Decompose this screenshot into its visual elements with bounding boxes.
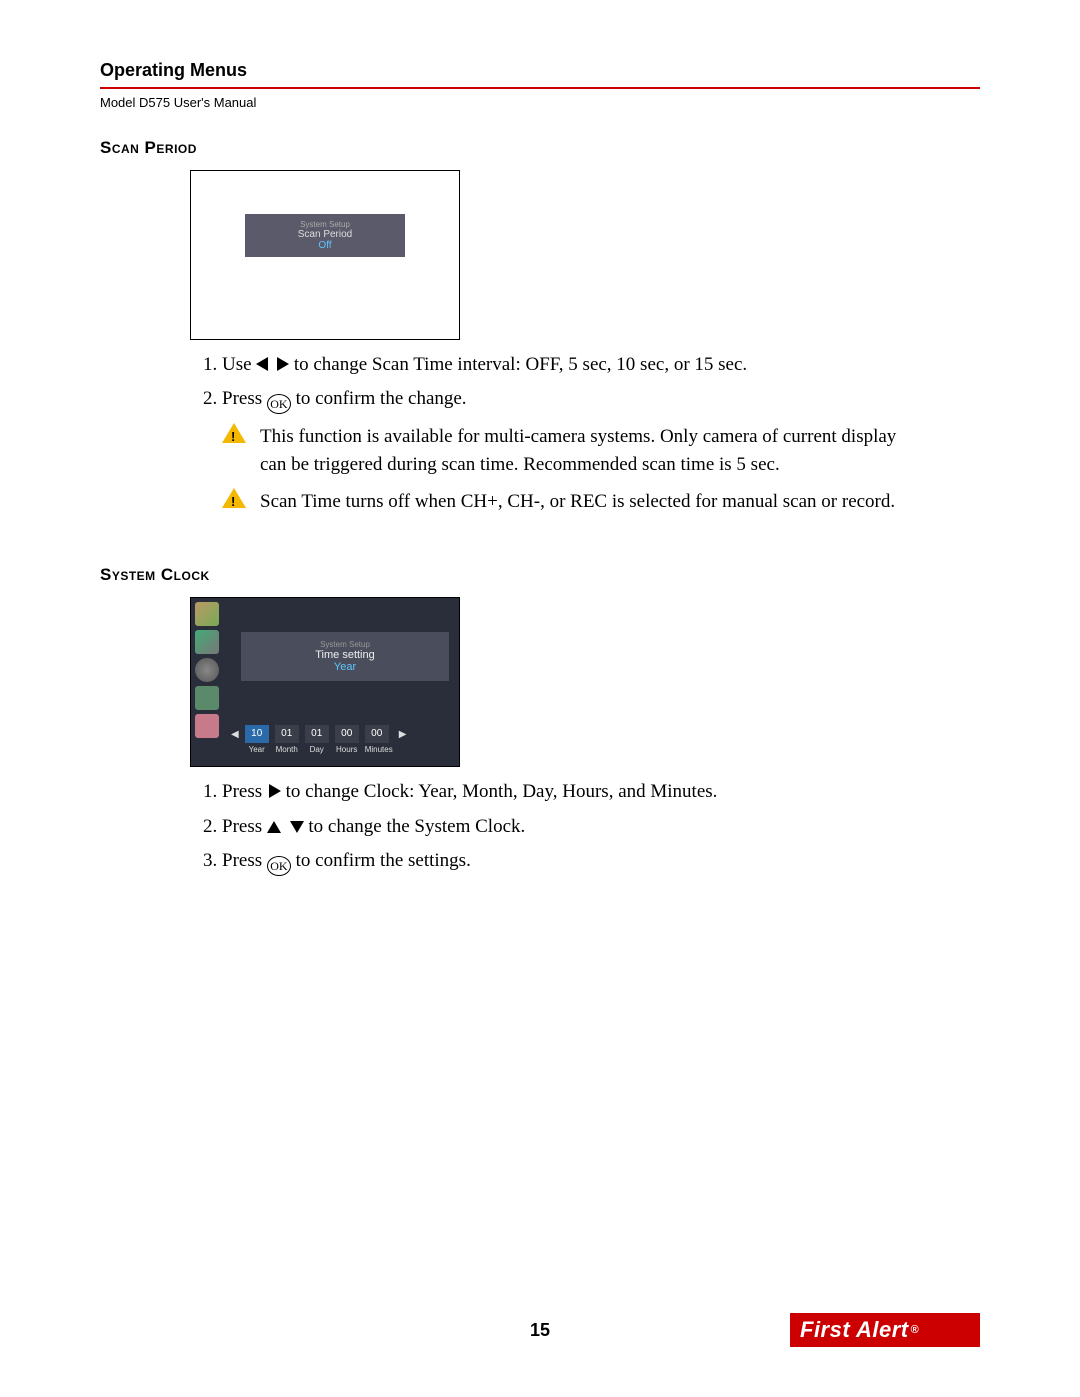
triangle-down-icon	[290, 821, 304, 833]
system-clock-figure: System Setup Time setting Year ◀ 10 Year…	[190, 597, 460, 767]
fig-scan-line1: System Setup	[245, 220, 405, 229]
clock-fig-icon	[195, 630, 219, 654]
scan-step-2: Press OK to confirm the change.	[222, 384, 980, 414]
first-alert-logo: First Alert®	[790, 1313, 980, 1347]
clock-fig-icon	[195, 658, 219, 682]
clock-field-year: 10 Year	[245, 725, 269, 754]
clock-step3-b: to confirm the settings.	[296, 850, 471, 871]
clock-field-month: 01 Month	[275, 725, 299, 754]
scan-period-figure-label: System Setup Scan Period Off	[245, 214, 405, 257]
fig-scan-line3: Off	[245, 240, 405, 251]
clock-step-1: Press to change Clock: Year, Month, Day,…	[222, 777, 980, 807]
ok-icon: OK	[267, 856, 291, 876]
clock-field-year-label: Year	[245, 745, 269, 754]
clock-field-hours: 00 Hours	[335, 725, 359, 754]
clock-field-hours-label: Hours	[335, 745, 359, 754]
ok-icon: OK	[267, 394, 291, 414]
clock-field-day-value: 01	[305, 725, 329, 743]
clock-field-day-label: Day	[305, 745, 329, 754]
clock-step-3: Press OK to confirm the settings.	[222, 846, 980, 876]
clock-field-minutes: 00 Minutes	[365, 725, 393, 754]
warning-icon	[222, 423, 246, 443]
clock-fig-t3: Year	[241, 661, 449, 673]
logo-text: First Alert	[800, 1317, 909, 1342]
scan-period-figure: System Setup Scan Period Off	[190, 170, 460, 340]
clock-fig-t1: System Setup	[241, 640, 449, 649]
clock-step2-b: to change the System Clock.	[308, 816, 525, 837]
clock-step2-a: Press	[222, 816, 267, 837]
clock-fig-center: System Setup Time setting Year	[241, 632, 449, 681]
section-title-system-clock: System Clock	[100, 565, 980, 585]
clock-fig-sidebar	[195, 602, 223, 762]
clock-fig-icon	[195, 602, 219, 626]
clock-step3-a: Press	[222, 850, 267, 871]
clock-field-month-value: 01	[275, 725, 299, 743]
clock-field-minutes-value: 00	[365, 725, 389, 743]
header-divider	[100, 87, 980, 89]
fig-scan-line2: Scan Period	[245, 229, 405, 240]
clock-fig-icon	[195, 714, 219, 738]
triangle-right-icon	[277, 357, 289, 371]
clock-field-day: 01 Day	[305, 725, 329, 754]
clock-fig-icon	[195, 686, 219, 710]
scan-period-steps: Use to change Scan Time interval: OFF, 5…	[196, 350, 980, 415]
clock-field-minutes-label: Minutes	[365, 745, 393, 754]
page-subheader: Model D575 User's Manual	[100, 95, 980, 110]
clock-fig-fields: ◀ 10 Year 01 Month 01 Day 00 Hours 00 Mi…	[231, 725, 453, 754]
warning-icon	[222, 488, 246, 508]
triangle-left-icon	[256, 357, 268, 371]
clock-field-month-label: Month	[275, 745, 299, 754]
clock-step1-b: to change Clock: Year, Month, Day, Hours…	[286, 781, 718, 802]
scan-note-1-text: This function is available for multi-cam…	[260, 423, 980, 480]
scan-step1-b: to change Scan Time interval: OFF, 5 sec…	[294, 354, 747, 375]
scan-note-2: Scan Time turns off when CH+, CH-, or RE…	[222, 488, 980, 518]
scan-step2-a: Press	[222, 388, 267, 409]
page-header-title: Operating Menus	[100, 60, 980, 81]
system-clock-steps: Press to change Clock: Year, Month, Day,…	[196, 777, 980, 876]
triangle-right-icon	[269, 784, 281, 798]
registered-icon: ®	[911, 1324, 920, 1336]
triangle-right-icon: ▶	[399, 729, 407, 740]
scan-note-1: This function is available for multi-cam…	[222, 423, 980, 480]
triangle-left-icon: ◀	[231, 729, 239, 740]
clock-fig-t2: Time setting	[241, 649, 449, 661]
section-title-scan-period: Scan Period	[100, 138, 980, 158]
triangle-up-icon	[267, 821, 281, 833]
clock-field-year-value: 10	[245, 725, 269, 743]
clock-step-2: Press to change the System Clock.	[222, 812, 980, 842]
clock-field-hours-value: 00	[335, 725, 359, 743]
scan-step-1: Use to change Scan Time interval: OFF, 5…	[222, 350, 980, 380]
scan-step1-a: Use	[222, 354, 256, 375]
scan-note-2-text: Scan Time turns off when CH+, CH-, or RE…	[260, 488, 980, 517]
clock-step1-a: Press	[222, 781, 267, 802]
scan-step2-b: to confirm the change.	[296, 388, 467, 409]
